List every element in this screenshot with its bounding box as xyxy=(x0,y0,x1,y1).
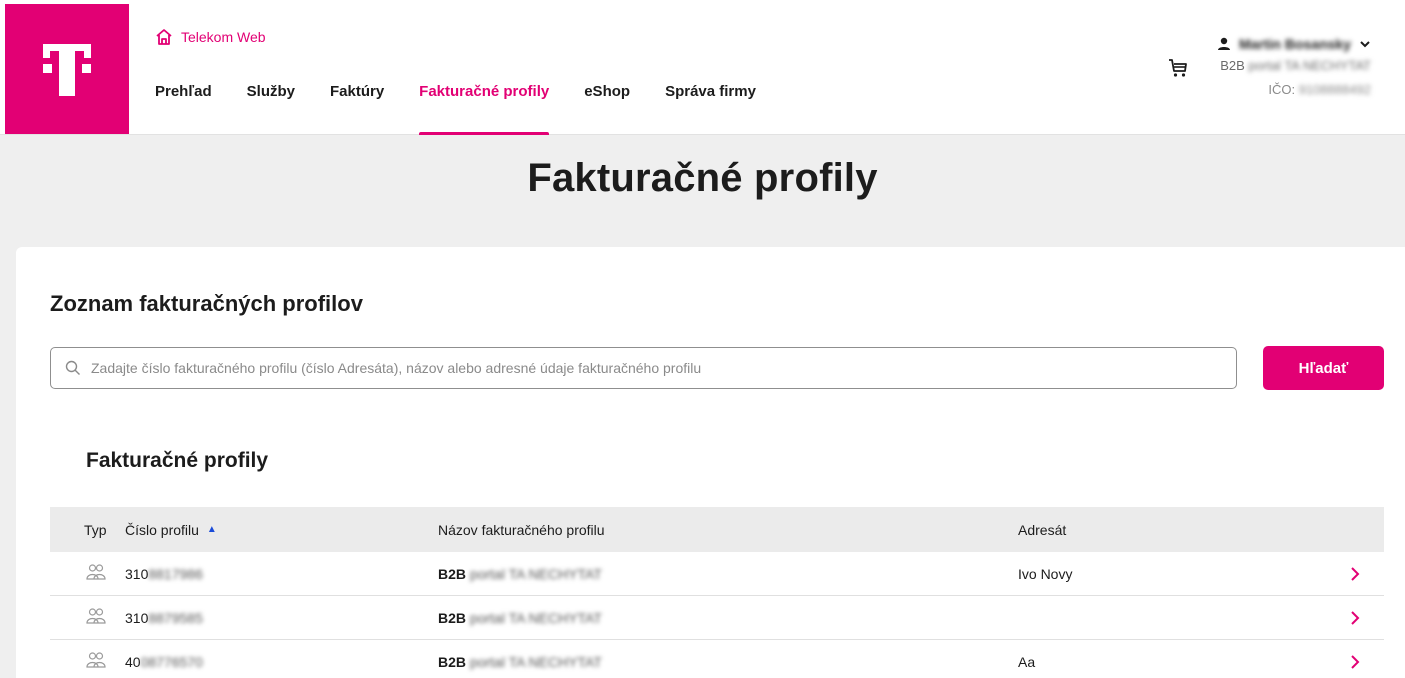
page-title: Fakturačné profily xyxy=(527,156,878,200)
telekom-t-icon xyxy=(43,44,91,96)
user-menu-toggle[interactable]: Martin Bosansky xyxy=(1217,36,1371,52)
table-header: Typ Číslo profilu ▲ Názov fakturačného p… xyxy=(50,507,1384,552)
people-icon xyxy=(86,652,106,668)
column-header-name: Názov fakturačného profilu xyxy=(438,521,605,538)
profile-name-prefix: B2B xyxy=(438,565,467,582)
people-icon xyxy=(86,564,106,580)
profile-name-hidden: portal TA NECHYTAT xyxy=(469,609,602,626)
chevron-right-icon xyxy=(1351,610,1360,625)
nav-item-sprava-firmy[interactable]: Správa firmy xyxy=(665,74,756,135)
profiles-card: Zoznam fakturačných profilov Hľadať Fakt… xyxy=(16,247,1405,678)
profile-name: B2B portal TA NECHYTAT xyxy=(438,566,1018,582)
search-box xyxy=(50,347,1237,389)
column-header-number-label: Číslo profilu xyxy=(125,521,199,538)
nav-item-sluzby[interactable]: Služby xyxy=(247,74,295,135)
profile-addressee: Aa xyxy=(1018,653,1036,670)
site-header: Telekom Web Prehľad Služby Faktúry Faktu… xyxy=(0,0,1405,135)
user-menu[interactable]: Martin Bosansky B2B portal TA NECHYTAT I… xyxy=(1217,36,1371,97)
profile-number: 4008776570 xyxy=(125,654,438,670)
user-icon xyxy=(1217,37,1230,50)
profile-number-visible: 310 xyxy=(125,609,149,626)
cart-button[interactable] xyxy=(1167,57,1189,84)
nav-item-prehlad[interactable]: Prehľad xyxy=(155,74,212,135)
ico-value: 9108888492 xyxy=(1298,82,1371,97)
cart-icon xyxy=(1169,59,1187,77)
chevron-right-icon xyxy=(1351,566,1360,581)
column-header-addressee: Adresát xyxy=(1018,521,1067,538)
profile-name-hidden: portal TA NECHYTAT xyxy=(469,565,602,582)
nav-item-fakturacne-profily[interactable]: Fakturačné profily xyxy=(419,74,550,135)
table-row[interactable]: 4008776570 B2B portal TA NECHYTAT Aa xyxy=(50,640,1384,678)
main-nav: Prehľad Služby Faktúry Fakturačné profil… xyxy=(155,74,791,135)
search-button[interactable]: Hľadať xyxy=(1263,346,1384,390)
profile-number-hidden: 8879585 xyxy=(148,609,203,626)
profiles-table: Typ Číslo profilu ▲ Názov fakturačného p… xyxy=(50,507,1384,678)
chevron-right-icon xyxy=(1351,654,1360,669)
chevron-down-icon xyxy=(1360,41,1370,48)
table-row[interactable]: 3108879585 B2B portal TA NECHYTAT xyxy=(50,596,1384,640)
profile-number: 3108879585 xyxy=(125,610,438,626)
sort-up-icon[interactable]: ▲ xyxy=(207,524,217,535)
user-company-name: portal TA NECHYTAT xyxy=(1248,58,1371,73)
ico-label: IČO: xyxy=(1268,82,1296,97)
profile-number-hidden: 08776570 xyxy=(140,653,203,670)
row-open-button[interactable] xyxy=(1318,610,1384,626)
profile-name: B2B portal TA NECHYTAT xyxy=(438,654,1018,670)
user-company-prefix: B2B xyxy=(1220,58,1245,73)
profile-addressee: Ivo Novy xyxy=(1018,565,1073,582)
column-header-number[interactable]: Číslo profilu ▲ xyxy=(125,522,438,538)
profile-name-prefix: B2B xyxy=(438,653,467,670)
profile-number-hidden: 8817986 xyxy=(148,565,203,582)
user-company: B2B portal TA NECHYTAT xyxy=(1217,58,1371,73)
home-link-label: Telekom Web xyxy=(181,29,266,45)
profile-number-visible: 310 xyxy=(125,565,149,582)
profile-name-hidden: portal TA NECHYTAT xyxy=(469,653,602,670)
people-icon xyxy=(86,608,106,624)
search-icon xyxy=(65,360,80,375)
user-name: Martin Bosansky xyxy=(1238,36,1351,52)
search-input[interactable] xyxy=(91,360,1191,376)
profile-number: 3108817986 xyxy=(125,566,438,582)
telekom-logo[interactable] xyxy=(5,4,129,134)
home-link[interactable]: Telekom Web xyxy=(155,28,266,46)
column-header-typ: Typ xyxy=(84,521,107,538)
row-open-button[interactable] xyxy=(1318,566,1384,582)
home-icon xyxy=(156,29,172,45)
table-row[interactable]: 3108817986 B2B portal TA NECHYTAT Ivo No… xyxy=(50,552,1384,596)
nav-item-eshop[interactable]: eShop xyxy=(584,74,630,135)
profile-name: B2B portal TA NECHYTAT xyxy=(438,610,1018,626)
user-ico: IČO: 9108888492 xyxy=(1217,82,1371,97)
profile-name-prefix: B2B xyxy=(438,609,467,626)
section-title: Zoznam fakturačných profilov xyxy=(50,291,363,316)
table-title: Fakturačné profily xyxy=(86,449,269,472)
row-open-button[interactable] xyxy=(1318,654,1384,670)
nav-item-faktury[interactable]: Faktúry xyxy=(330,74,384,135)
profile-number-visible: 40 xyxy=(125,653,141,670)
